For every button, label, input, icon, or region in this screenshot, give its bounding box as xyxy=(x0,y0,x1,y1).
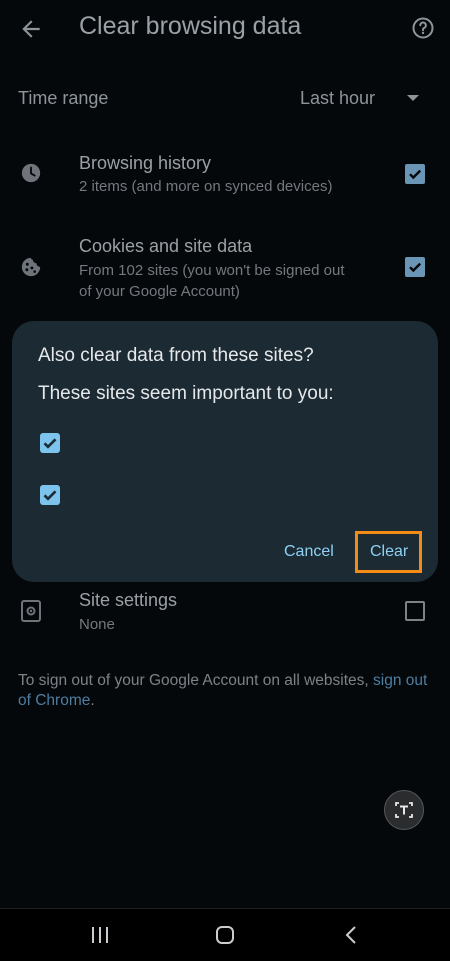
dialog-subtitle: These sites seem important to you: xyxy=(38,383,334,404)
text-scan-button[interactable] xyxy=(384,790,424,830)
recent-apps-icon[interactable] xyxy=(90,926,110,949)
footer-period: . xyxy=(90,692,95,709)
cookies-checkbox[interactable] xyxy=(405,257,425,277)
cookies-title: Cookies and site data xyxy=(79,236,253,256)
page-title: Clear browsing data xyxy=(79,12,302,40)
text-scan-icon xyxy=(395,802,413,818)
time-range-select[interactable]: Last hour xyxy=(300,88,375,109)
footer-text: To sign out of your Google Account on al… xyxy=(18,672,373,689)
clear-button[interactable]: Clear xyxy=(370,543,408,561)
cookie-icon xyxy=(20,256,42,278)
site-settings-subtitle: None xyxy=(79,616,115,633)
nav-back-icon[interactable] xyxy=(343,924,359,951)
back-arrow-icon[interactable] xyxy=(18,16,44,42)
cookies-subtitle-line2: of your Google Account) xyxy=(79,283,240,300)
time-range-label: Time range xyxy=(18,88,109,108)
site-settings-checkbox[interactable] xyxy=(405,601,425,621)
important-sites-dialog: Also clear data from these sites? These … xyxy=(12,321,438,582)
site-settings-icon xyxy=(20,599,42,623)
cancel-button[interactable]: Cancel xyxy=(284,543,334,561)
dialog-title: Also clear data from these sites? xyxy=(38,345,314,366)
help-icon[interactable] xyxy=(411,16,435,40)
site-settings-title: Site settings xyxy=(79,590,178,610)
site-checkbox-2[interactable] xyxy=(40,485,60,505)
system-nav-bar xyxy=(0,908,450,961)
home-icon[interactable] xyxy=(215,925,235,950)
browsing-history-checkbox[interactable] xyxy=(405,164,425,184)
browsing-history-subtitle: 2 items (and more on synced devices) xyxy=(79,178,333,195)
site-checkbox-1[interactable] xyxy=(40,433,60,453)
cookies-subtitle-line1: From 102 sites (you won't be signed out xyxy=(79,262,345,279)
clock-icon xyxy=(20,162,42,184)
sign-out-footer: To sign out of your Google Account on al… xyxy=(18,671,438,711)
browsing-history-title: Browsing history xyxy=(79,153,212,173)
dropdown-arrow-icon[interactable] xyxy=(407,95,419,101)
